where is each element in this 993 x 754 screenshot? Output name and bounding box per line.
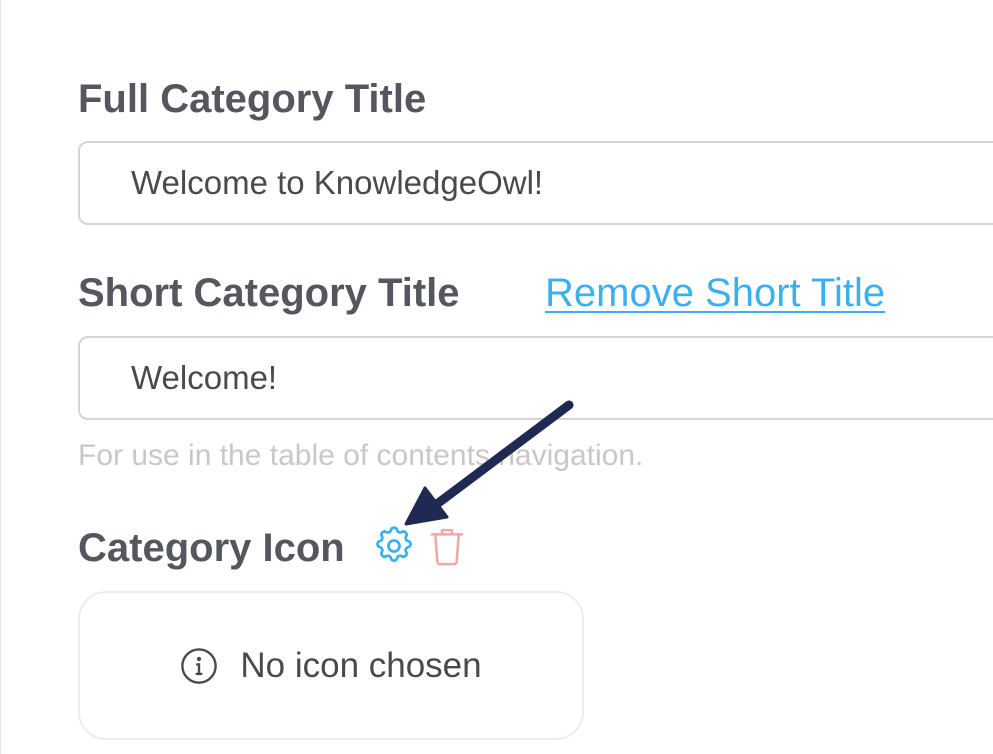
remove-short-title-link[interactable]: Remove Short Title <box>545 273 885 313</box>
full-category-title-label: Full Category Title <box>78 77 427 121</box>
short-category-title-input[interactable] <box>78 336 993 420</box>
short-category-title-label: Short Category Title <box>78 271 460 315</box>
trash-icon[interactable] <box>427 523 471 569</box>
category-icon-preview[interactable]: No icon chosen <box>78 591 584 740</box>
category-settings-panel: Full Category Title Short Category Title… <box>0 0 993 754</box>
category-icon-label: Category Icon <box>78 526 345 570</box>
short-title-help-text: For use in the table of contents navigat… <box>78 439 644 472</box>
gear-icon[interactable] <box>372 523 416 569</box>
full-category-title-input[interactable] <box>78 141 993 225</box>
info-circle-icon <box>180 647 218 685</box>
no-icon-chosen-text: No icon chosen <box>240 645 482 685</box>
